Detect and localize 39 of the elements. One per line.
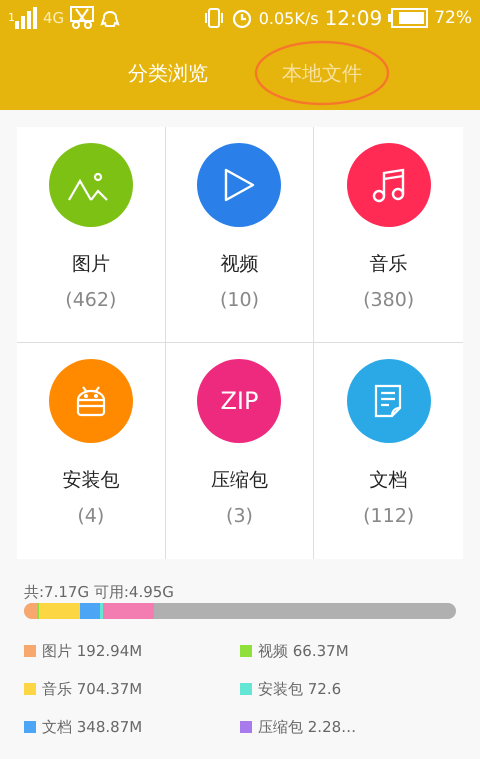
signal-icon <box>15 7 37 29</box>
category-tile[interactable]: 视频 (10) <box>166 127 314 343</box>
legend-label: 图片 192.94M <box>42 642 142 660</box>
battery-percent: 72% <box>434 8 472 28</box>
storage-summary: 共:7.17G 可用:4.95G <box>24 583 175 602</box>
category-name: 文档 <box>370 468 408 493</box>
network-label: 4G <box>43 9 64 27</box>
category-name: 视频 <box>220 252 258 277</box>
category-name: 安装包 <box>62 468 120 493</box>
signal-label: 1 <box>8 11 15 24</box>
category-count: (380) <box>363 289 414 311</box>
category-count: (3) <box>226 505 253 527</box>
battery-icon <box>388 8 428 28</box>
alarm-icon <box>230 7 253 29</box>
category-count: (112) <box>363 505 414 527</box>
legend-label: 压缩包 2.28… <box>258 718 356 736</box>
category-name: 压缩包 <box>210 468 268 493</box>
category-count: (10) <box>220 289 259 311</box>
vibrate-icon <box>202 7 225 29</box>
category-tile[interactable]: 图片 (462) <box>17 127 166 343</box>
category-count: (4) <box>77 505 104 527</box>
category-tile[interactable]: 文档 (112) <box>314 343 463 559</box>
category-tile[interactable]: 安装包 (4) <box>17 343 166 559</box>
legend-label: 安装包 72.6 <box>258 680 342 698</box>
document-icon <box>374 384 404 418</box>
network-speed: 0.05K/s <box>258 8 319 28</box>
legend-label: 视频 66.37M <box>258 642 349 660</box>
music-note-icon <box>372 167 406 203</box>
category-count: (462) <box>65 289 116 311</box>
zip-label: ZIP <box>220 387 258 415</box>
category-tile[interactable]: ZIP 压缩包 (3) <box>166 343 314 559</box>
scissors-icon <box>70 6 94 30</box>
category-tile[interactable]: 音乐 (380) <box>314 127 463 343</box>
category-name: 图片 <box>72 252 110 277</box>
play-icon <box>223 168 256 202</box>
category-name: 音乐 <box>370 252 408 277</box>
legend-label: 音乐 704.37M <box>42 680 142 698</box>
legend-label: 文档 348.87M <box>42 718 142 736</box>
clock-time: 12:09 <box>324 6 382 30</box>
